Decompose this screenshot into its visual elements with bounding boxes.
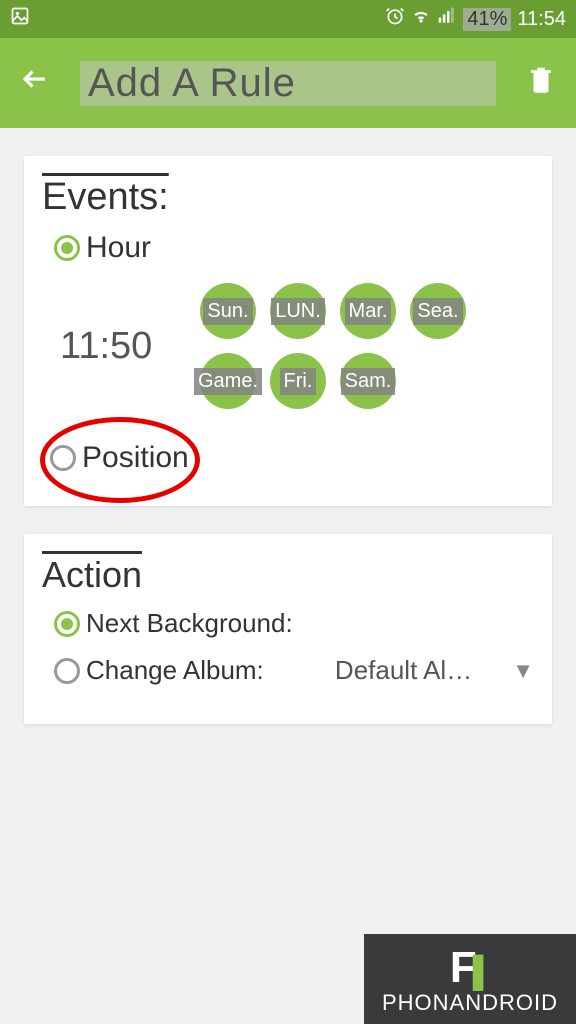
position-radio-row[interactable]: Position (50, 441, 189, 475)
day-game[interactable]: Game. (200, 353, 256, 409)
watermark-text: PHONANDROID (382, 990, 558, 1016)
status-time: 11:54 (517, 8, 566, 31)
day-fri[interactable]: Fri. (270, 353, 326, 409)
watermark: F▌ PHONANDROID (364, 934, 576, 1024)
radio-next-background[interactable] (54, 611, 80, 637)
events-title: Events: (42, 176, 534, 219)
time-value[interactable]: 11:50 (60, 325, 180, 368)
day-lun[interactable]: LUN. (270, 283, 326, 339)
hour-radio-row[interactable]: Hour (54, 231, 534, 265)
next-background-label: Next Background: (86, 608, 293, 639)
watermark-logo: F▌ (450, 946, 490, 990)
album-dropdown[interactable]: Default Al… ▼ (335, 655, 534, 686)
hour-label: Hour (86, 231, 151, 265)
alarm-icon (385, 6, 405, 32)
change-album-row[interactable]: Change Album: (54, 655, 264, 686)
trash-icon[interactable] (526, 62, 556, 104)
wifi-icon (411, 6, 431, 32)
day-mar[interactable]: Mar. (340, 283, 396, 339)
day-sea[interactable]: Sea. (410, 283, 466, 339)
back-icon[interactable] (20, 64, 50, 102)
album-value: Default Al… (335, 655, 472, 686)
chevron-down-icon: ▼ (512, 658, 534, 684)
radio-change-album[interactable] (54, 658, 80, 684)
action-title: Action (42, 554, 534, 596)
day-sam[interactable]: Sam. (340, 353, 396, 409)
signal-icon (437, 6, 457, 32)
action-card: Action Next Background: Change Album: De… (24, 534, 552, 724)
day-sun[interactable]: Sun. (200, 283, 256, 339)
battery-percentage: 41% (463, 8, 511, 31)
day-picker: Sun. LUN. Mar. Sea. Game. Fri. Sam. (200, 283, 520, 409)
gallery-icon (10, 6, 30, 32)
radio-position[interactable] (50, 445, 76, 471)
app-bar: Add A Rule (0, 38, 576, 128)
radio-hour[interactable] (54, 235, 80, 261)
position-label: Position (82, 441, 189, 475)
status-bar: 41% 11:54 (0, 0, 576, 38)
change-album-label: Change Album: (86, 655, 264, 686)
next-background-row[interactable]: Next Background: (54, 608, 534, 639)
events-card: Events: Hour 11:50 Sun. LUN. Mar. Sea. G… (24, 156, 552, 506)
page-title: Add A Rule (80, 61, 496, 106)
